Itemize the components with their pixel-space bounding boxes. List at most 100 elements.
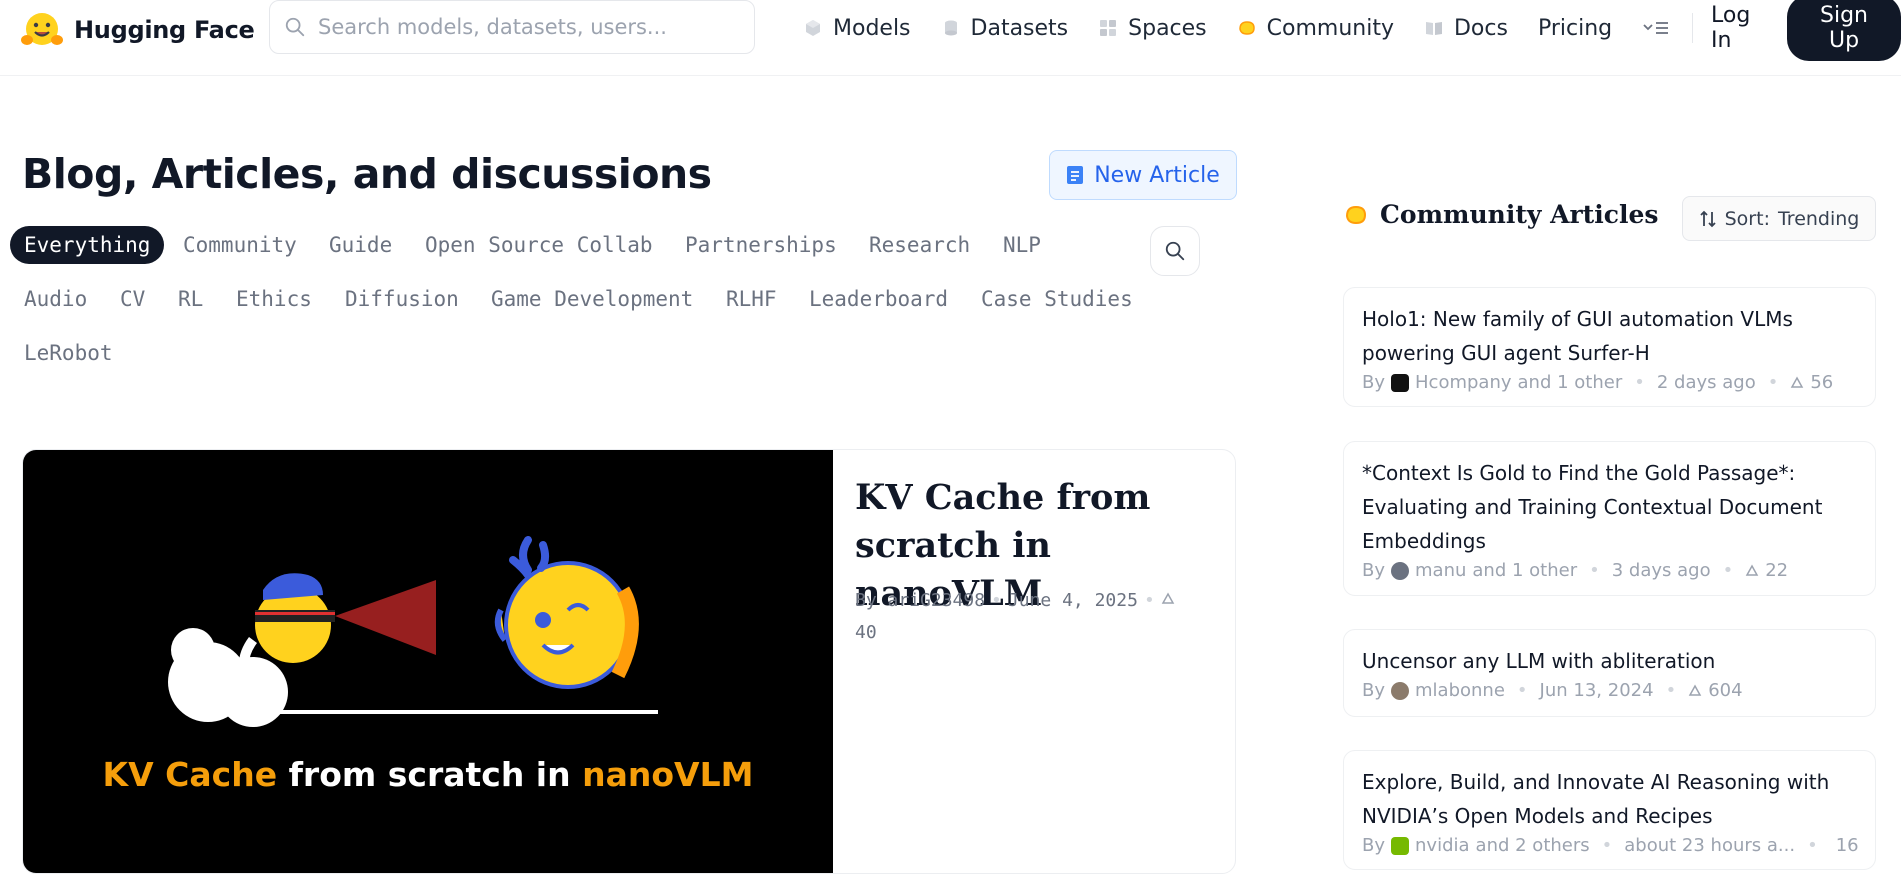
caption-kv-cache: KV Cache [102,755,278,794]
tab-game-development[interactable]: Game Development [491,287,693,311]
article-meta: By mlabonne • Jun 13, 2024 • 604 [1362,680,1857,701]
logo-link[interactable]: Hugging Face [20,8,255,52]
hugging-face-logo-icon [21,13,63,45]
article-title[interactable]: Explore, Build, and Innovate AI Reasonin… [1362,765,1857,833]
caption-middle: from scratch in [277,755,583,794]
tab-ethics[interactable]: Ethics [236,287,312,311]
tab-nlp[interactable]: NLP [1003,233,1041,257]
article-author[interactable]: Hcompany [1415,372,1512,393]
meta-dot: • [1143,590,1155,611]
tab-audio[interactable]: Audio [24,287,87,311]
community-article-card[interactable]: *Context Is Gold to Find the Gold Passag… [1343,441,1876,596]
community-icon [1238,21,1255,35]
logo-text: Hugging Face [74,16,255,44]
featured-date: June 4, 2025 [1007,590,1138,611]
featured-image-caption: KV Cache from scratch in nanoVLM [23,755,833,794]
nav-docs[interactable]: Docs [1424,16,1508,41]
community-article-card[interactable]: Uncensor any LLM with abliteration By ml… [1343,629,1876,717]
featured-article-image: KV Cache from scratch in nanoVLM [23,450,833,873]
article-others: and 1 other [1517,372,1623,393]
meta-dot: • [1665,680,1677,701]
meta-dot: • [1767,372,1779,393]
caption-nanovlm: nanoVLM [582,755,754,794]
search-input[interactable] [318,15,738,39]
page-title: Blog, Articles, and discussions [22,150,712,198]
tab-rlhf[interactable]: RLHF [726,287,777,311]
upvote-icon [1745,563,1759,576]
upvote-icon [1791,375,1804,388]
chevron-menu-icon [1643,22,1669,34]
nav-pricing[interactable]: Pricing [1538,16,1612,41]
more-menu-button[interactable] [1642,18,1670,38]
article-others: and 1 other [1472,560,1578,581]
by-label: By [1362,372,1386,393]
by-label: By [1362,560,1386,581]
article-upvotes: 16 [1835,835,1859,856]
signup-button[interactable]: Sign Up [1787,0,1901,61]
tab-everything[interactable]: Everything [10,226,165,264]
article-upvotes: 56 [1810,372,1834,393]
nav-models[interactable]: Models [803,16,911,41]
datasets-icon [944,20,957,36]
nav-models-label: Models [833,15,911,41]
author-avatar [1391,561,1410,580]
docs-icon [1425,22,1442,35]
sort-value: Trending [1777,207,1860,230]
tab-leaderboard[interactable]: Leaderboard [809,287,948,311]
kv-cache-illustration [168,536,658,727]
tab-lerobot[interactable]: LeRobot [24,341,113,365]
tab-community[interactable]: Community [183,233,297,257]
featured-author[interactable]: By ariG23498 [855,590,985,611]
article-meta: By nvidia and 2 others • about 23 hours … [1362,835,1859,856]
nav-spaces[interactable]: Spaces [1098,16,1207,41]
nav-community-label: Community [1266,15,1394,41]
search-box[interactable] [269,0,755,54]
nav-pricing-label: Pricing [1537,15,1613,41]
models-icon [806,20,820,36]
article-meta: By Hcompany and 1 other • 2 days ago • 5… [1362,372,1857,393]
community-article-card[interactable]: Holo1: New family of GUI automation VLMs… [1343,287,1876,407]
tab-research[interactable]: Research [869,233,970,257]
search-icon [1165,241,1185,261]
nav-datasets-label: Datasets [970,15,1069,41]
featured-upvotes: 40 [855,622,877,643]
tag-search-button[interactable] [1150,226,1200,276]
community-articles-header: Community Articles [1344,200,1658,229]
article-author[interactable]: manu [1415,560,1466,581]
nav-docs-label: Docs [1453,15,1508,41]
article-title[interactable]: Uncensor any LLM with abliteration [1362,644,1857,678]
author-avatar [1391,836,1410,855]
article-date: Jun 13, 2024 [1539,680,1654,701]
tab-partnerships[interactable]: Partnerships [685,233,837,257]
meta-dot: • [1516,680,1528,701]
tab-open-source-collab[interactable]: Open Source Collab [425,233,653,257]
tab-rl[interactable]: RL [178,287,203,311]
featured-article-card[interactable]: KV Cache from scratch in nanoVLM KV Cach… [22,449,1236,874]
nav-spaces-label: Spaces [1128,15,1207,41]
tab-cv[interactable]: CV [120,287,145,311]
search-icon [285,17,305,37]
article-author[interactable]: mlabonne [1415,680,1505,701]
tab-diffusion[interactable]: Diffusion [345,287,459,311]
article-title[interactable]: Holo1: New family of GUI automation VLMs… [1362,302,1857,370]
new-article-button[interactable]: New Article [1049,150,1237,200]
sort-button[interactable]: Sort: Trending [1682,196,1876,241]
article-others: and 2 others [1475,835,1590,856]
article-title[interactable]: *Context Is Gold to Find the Gold Passag… [1362,456,1857,558]
meta-dot: • [1634,372,1645,393]
tab-case-studies[interactable]: Case Studies [981,287,1133,311]
login-link[interactable]: Log In [1711,3,1769,53]
upvote-icon [1688,683,1702,696]
sort-label: Sort: [1724,207,1770,230]
article-upvotes: 604 [1708,680,1743,701]
tab-guide[interactable]: Guide [329,233,392,257]
document-icon [1067,166,1084,184]
article-meta: By manu and 1 other • 3 days ago • 22 [1362,560,1857,581]
article-date: 3 days ago [1611,560,1711,581]
article-author[interactable]: nvidia [1415,835,1470,856]
community-article-card[interactable]: Explore, Build, and Innovate AI Reasonin… [1343,750,1876,870]
main-nav: Models Datasets Spaces Community Docs Pr… [803,0,1901,61]
nav-community[interactable]: Community [1237,16,1394,41]
author-avatar [1391,373,1410,392]
nav-datasets[interactable]: Datasets [941,15,1069,41]
